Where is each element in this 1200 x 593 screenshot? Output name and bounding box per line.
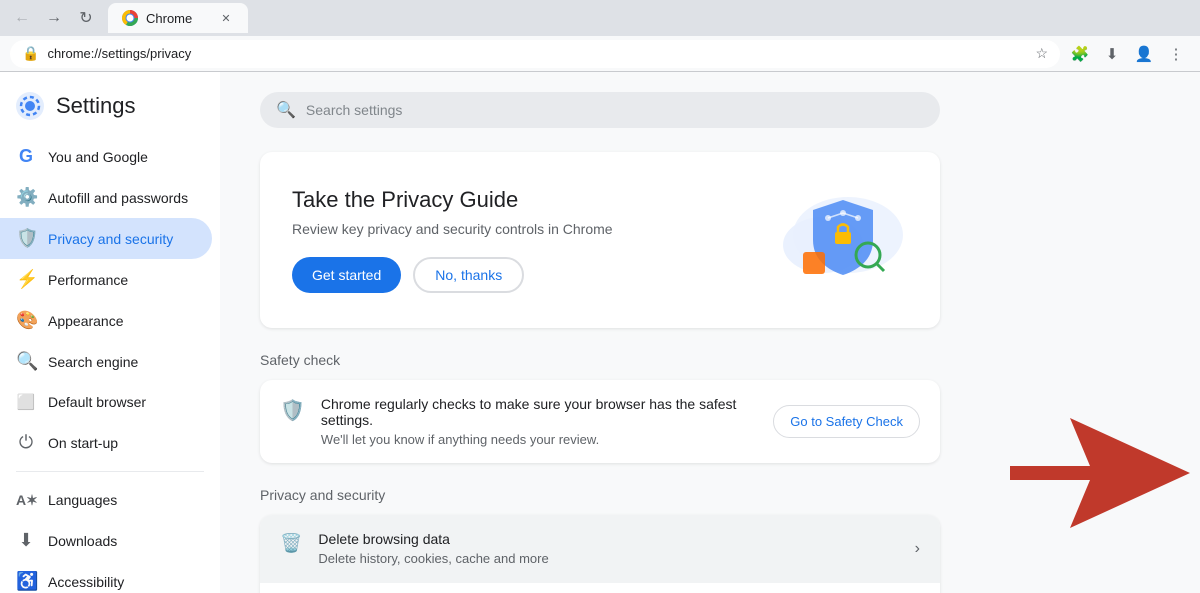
tab-close-button[interactable]: ✕ (218, 10, 234, 26)
ps-item-left-delete: 🗑️ Delete browsing data Delete history, … (280, 531, 549, 566)
privacy-security-section: Privacy and security 🗑️ Delete browsing … (260, 487, 940, 593)
tab-title: Chrome (146, 11, 192, 26)
ps-item-delete-browsing-data[interactable]: 🗑️ Delete browsing data Delete history, … (260, 515, 940, 583)
privacy-guide-card: Take the Privacy Guide Review key privac… (260, 152, 940, 328)
nav-buttons: ← → ↻ (8, 4, 100, 32)
delete-browsing-data-text: Delete browsing data Delete history, coo… (318, 531, 548, 566)
safety-check-line1: Chrome regularly checks to make sure you… (321, 396, 773, 428)
sidebar-header: Settings (0, 80, 220, 136)
sidebar-item-you-and-google[interactable]: G You and Google (0, 136, 212, 177)
delete-browsing-data-icon: 🗑️ (280, 533, 302, 554)
sidebar-label-search-engine: Search engine (48, 354, 138, 370)
privacy-icon: 🛡️ (16, 228, 36, 249)
privacy-guide-subtitle: Review key privacy and security controls… (292, 221, 748, 237)
privacy-guide-title: Take the Privacy Guide (292, 187, 748, 213)
lock-icon: 🔒 (22, 45, 39, 62)
sidebar-label-accessibility: Accessibility (48, 574, 124, 590)
get-started-button[interactable]: Get started (292, 257, 401, 293)
sidebar-item-performance[interactable]: ⚡ Performance (0, 259, 212, 300)
active-tab[interactable]: Chrome ✕ (108, 3, 248, 33)
ps-items-card: 🗑️ Delete browsing data Delete history, … (260, 515, 940, 593)
tab-bar: Chrome ✕ (108, 3, 248, 33)
accessibility-icon: ♿ (16, 571, 36, 592)
autofill-icon: ⚙️ (16, 187, 36, 208)
privacy-guide-illustration (748, 180, 908, 300)
sidebar-label-default-browser: Default browser (48, 394, 146, 410)
safety-check-card: 🛡️ Chrome regularly checks to make sure … (260, 380, 940, 463)
safety-check-line2: We'll let you know if anything needs you… (321, 432, 773, 447)
main-layout: Settings G You and Google ⚙️ Autofill an… (0, 72, 1200, 593)
safety-check-section: Safety check 🛡️ Chrome regularly checks … (260, 352, 1160, 463)
sidebar-label-downloads: Downloads (48, 533, 117, 549)
sidebar-label-appearance: Appearance (48, 313, 124, 329)
sidebar-item-languages[interactable]: A✶ Languages (0, 480, 212, 520)
sidebar-item-on-startup[interactable]: ⏻ On start-up (0, 422, 212, 463)
search-input[interactable] (306, 102, 924, 118)
profile-button[interactable]: 👤 (1130, 40, 1158, 68)
content-wrapper: 🔍 Take the Privacy Guide Review key priv… (260, 92, 1160, 593)
settings-title: Settings (56, 93, 136, 119)
back-button[interactable]: ← (8, 4, 36, 32)
privacy-guide-buttons: Get started No, thanks (292, 257, 748, 293)
search-engine-icon: 🔍 (16, 351, 36, 372)
forward-button[interactable]: → (40, 4, 68, 32)
privacy-guide-content: Take the Privacy Guide Review key privac… (292, 187, 748, 293)
sidebar-item-privacy[interactable]: 🛡️ Privacy and security (0, 218, 212, 259)
sidebar-item-accessibility[interactable]: ♿ Accessibility (0, 561, 212, 593)
extensions-button[interactable]: 🧩 (1066, 40, 1094, 68)
ps-section-title: Privacy and security (260, 487, 940, 503)
on-startup-icon: ⏻ (16, 432, 36, 453)
delete-browsing-data-title: Delete browsing data (318, 531, 548, 547)
settings-logo (16, 92, 44, 120)
browser-chrome: ← → ↻ Chrome ✕ (0, 0, 1200, 36)
appearance-icon: 🎨 (16, 310, 36, 331)
omnibox[interactable]: 🔒 chrome://settings/privacy ☆ (10, 40, 1060, 68)
sidebar-label-on-startup: On start-up (48, 435, 118, 451)
go-to-safety-check-button[interactable]: Go to Safety Check (773, 405, 920, 438)
reload-button[interactable]: ↻ (72, 4, 100, 32)
sidebar-item-default-browser[interactable]: ⬜ Default browser (0, 382, 212, 422)
sidebar: Settings G You and Google ⚙️ Autofill an… (0, 72, 220, 593)
tab-favicon (122, 10, 138, 26)
star-icon: ☆ (1035, 45, 1048, 62)
toolbar-icons: 🧩 ⬇ 👤 ⋮ (1066, 40, 1190, 68)
sidebar-item-appearance[interactable]: 🎨 Appearance (0, 300, 212, 341)
delete-browsing-data-subtitle: Delete history, cookies, cache and more (318, 551, 548, 566)
ps-item-privacy-guide[interactable]: ≡ Privacy guide Review key privacy and s… (260, 583, 940, 593)
omnibox-bar: 🔒 chrome://settings/privacy ☆ 🧩 ⬇ 👤 ⋮ (0, 36, 1200, 72)
languages-icon: A✶ (16, 492, 36, 509)
sidebar-label-privacy: Privacy and security (48, 231, 173, 247)
sidebar-item-search-engine[interactable]: 🔍 Search engine (0, 341, 212, 382)
search-bar[interactable]: 🔍 (260, 92, 940, 128)
downloads-icon: ⬇ (16, 530, 36, 551)
safety-check-content: 🛡️ Chrome regularly checks to make sure … (280, 396, 773, 447)
search-container: 🔍 (260, 92, 1160, 128)
delete-browsing-data-arrow: › (915, 540, 920, 558)
menu-button[interactable]: ⋮ (1162, 40, 1190, 68)
search-bar-icon: 🔍 (276, 100, 296, 120)
url-display: chrome://settings/privacy (47, 46, 1027, 61)
default-browser-icon: ⬜ (16, 393, 36, 411)
sidebar-label-you-and-google: You and Google (48, 149, 148, 165)
sidebar-label-autofill: Autofill and passwords (48, 190, 188, 206)
content-area: 🔍 Take the Privacy Guide Review key priv… (220, 72, 1200, 593)
downloads-toolbar-button[interactable]: ⬇ (1098, 40, 1126, 68)
safety-shield-icon: 🛡️ (280, 398, 305, 423)
sidebar-label-languages: Languages (48, 492, 117, 508)
no-thanks-button[interactable]: No, thanks (413, 257, 524, 293)
sidebar-item-downloads[interactable]: ⬇ Downloads (0, 520, 212, 561)
performance-icon: ⚡ (16, 269, 36, 290)
safety-check-text: Chrome regularly checks to make sure you… (321, 396, 773, 447)
sidebar-divider (16, 471, 204, 472)
sidebar-item-autofill[interactable]: ⚙️ Autofill and passwords (0, 177, 212, 218)
you-and-google-icon: G (16, 146, 36, 167)
safety-check-section-title: Safety check (260, 352, 1160, 368)
sidebar-label-performance: Performance (48, 272, 128, 288)
